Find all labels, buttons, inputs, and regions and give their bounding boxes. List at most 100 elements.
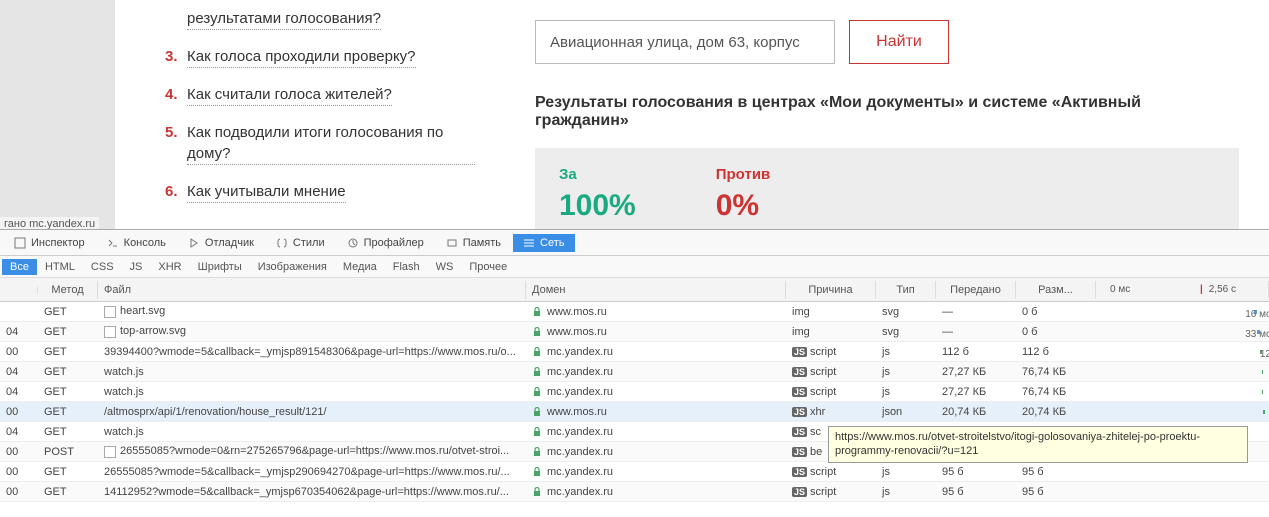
tab-styles[interactable]: Стили bbox=[266, 234, 335, 252]
filter-js[interactable]: JS bbox=[122, 259, 151, 275]
cell-size: 0 б bbox=[1016, 304, 1096, 320]
col-method[interactable]: Метод bbox=[38, 281, 98, 299]
tab-memory[interactable]: Память bbox=[436, 234, 511, 252]
page-gutter bbox=[0, 0, 115, 229]
tab-console[interactable]: Консоль bbox=[97, 234, 176, 252]
cell-size: 0 б bbox=[1016, 324, 1096, 340]
col-transferred[interactable]: Передано bbox=[936, 281, 1016, 299]
cell-transferred: 27,27 КБ bbox=[936, 384, 1016, 400]
network-request-row[interactable]: 00GET39394400?wmode=5&callback=_ymjsp891… bbox=[0, 342, 1269, 362]
tab-profiler[interactable]: Профайлер bbox=[337, 234, 434, 252]
cell-method: GET bbox=[38, 404, 98, 420]
faq-question-text[interactable]: Как считали голоса жителей? bbox=[187, 84, 392, 106]
col-cause[interactable]: Причина bbox=[786, 281, 876, 299]
faq-item[interactable]: 5.Как подводили итоги голосования по дом… bbox=[165, 114, 475, 173]
faq-question-text[interactable]: Как подводили итоги голосования по дому? bbox=[187, 122, 475, 165]
profiler-icon bbox=[347, 237, 359, 249]
faq-number: 5. bbox=[165, 122, 187, 165]
filter-все[interactable]: Все bbox=[2, 259, 37, 275]
filter-прочее[interactable]: Прочее bbox=[461, 259, 515, 275]
file-icon bbox=[104, 306, 116, 318]
col-domain[interactable]: Домен bbox=[526, 281, 786, 299]
against-label: Против bbox=[716, 166, 771, 183]
address-search-input[interactable] bbox=[535, 20, 835, 64]
lock-icon bbox=[532, 427, 542, 437]
cell-type: svg bbox=[876, 304, 936, 320]
col-status[interactable] bbox=[0, 287, 38, 293]
cell-method: POST bbox=[38, 444, 98, 460]
network-request-row[interactable]: 00GET26555085?wmode=5&callback=_ymjsp290… bbox=[0, 462, 1269, 482]
cell-status: 00 bbox=[0, 464, 38, 480]
against-value: 0% bbox=[716, 189, 771, 223]
network-request-row[interactable]: 04GETwatch.jsmc.yandex.ruJSscriptjs27,27… bbox=[0, 362, 1269, 382]
filter-html[interactable]: HTML bbox=[37, 259, 83, 275]
cell-file: /altmosprx/api/1/renovation/house_result… bbox=[98, 404, 526, 420]
col-type[interactable]: Тип bbox=[876, 281, 936, 299]
memory-icon bbox=[446, 237, 458, 249]
network-request-row[interactable]: GETheart.svgwww.mos.ruimgsvg—0 б16 мс bbox=[0, 302, 1269, 322]
cell-domain: mc.yandex.ru bbox=[526, 484, 786, 500]
cell-type: svg bbox=[876, 324, 936, 340]
faq-item[interactable]: 3.Как голоса проходили проверку? bbox=[165, 38, 475, 76]
cell-domain: www.mos.ru bbox=[526, 304, 786, 320]
cell-status: 00 bbox=[0, 444, 38, 460]
filter-flash[interactable]: Flash bbox=[385, 259, 428, 275]
col-file[interactable]: Файл bbox=[98, 281, 526, 299]
faq-number: 4. bbox=[165, 84, 187, 106]
lock-icon bbox=[532, 487, 542, 497]
cell-status: 00 bbox=[0, 344, 38, 360]
cell-domain: mc.yandex.ru bbox=[526, 424, 786, 440]
network-request-row[interactable]: 04GETwatch.jsmc.yandex.ruJSscriptjs27,27… bbox=[0, 382, 1269, 402]
cell-type: js bbox=[876, 344, 936, 360]
faq-question-text[interactable]: Как учитывали мнение bbox=[187, 181, 346, 203]
network-filter-row: ВсеHTMLCSSJSXHRШрифтыИзображенияМедиаFla… bbox=[0, 256, 1269, 278]
lock-icon bbox=[532, 387, 542, 397]
tab-debugger[interactable]: Отладчик bbox=[178, 234, 264, 252]
tab-network[interactable]: Сеть bbox=[513, 234, 574, 252]
cell-cause: img bbox=[786, 324, 876, 340]
url-tooltip: https://www.mos.ru/otvet-stroitelstvo/it… bbox=[828, 426, 1248, 463]
filter-шрифты[interactable]: Шрифты bbox=[190, 259, 250, 275]
cell-waterfall: 16 мс bbox=[1096, 307, 1269, 317]
cell-status: 00 bbox=[0, 484, 38, 500]
col-waterfall[interactable]: 0 мс | 2,56 с bbox=[1096, 281, 1269, 298]
tab-inspector[interactable]: Инспектор bbox=[4, 234, 95, 252]
cell-file: heart.svg bbox=[98, 303, 526, 319]
network-request-row[interactable]: 00GET14112952?wmode=5&callback=_ymjsp670… bbox=[0, 482, 1269, 502]
faq-question-text[interactable]: Как голоса проходили проверку? bbox=[187, 46, 416, 68]
network-request-row[interactable]: 04GETtop-arrow.svgwww.mos.ruimgsvg—0 б33… bbox=[0, 322, 1269, 342]
cell-file: watch.js bbox=[98, 424, 526, 440]
cell-cause: JSscript bbox=[786, 344, 876, 360]
cell-transferred: — bbox=[936, 304, 1016, 320]
inspector-icon bbox=[14, 237, 26, 249]
js-badge: JS bbox=[792, 447, 807, 457]
filter-изображения[interactable]: Изображения bbox=[250, 259, 335, 275]
find-button[interactable]: Найти bbox=[849, 20, 949, 64]
faq-item[interactable]: результатами голосования? bbox=[165, 0, 475, 38]
faq-item[interactable]: 4.Как считали голоса жителей? bbox=[165, 76, 475, 114]
js-badge: JS bbox=[792, 347, 807, 357]
cell-cause: JSscript bbox=[786, 384, 876, 400]
cell-size: 20,74 КБ bbox=[1016, 404, 1096, 420]
lock-icon bbox=[532, 407, 542, 417]
cell-file: 26555085?wmode=5&callback=_ymjsp29069427… bbox=[98, 464, 526, 480]
filter-ws[interactable]: WS bbox=[428, 259, 462, 275]
network-request-row[interactable]: 00GET/altmosprx/api/1/renovation/house_r… bbox=[0, 402, 1269, 422]
cell-cause: JSscript bbox=[786, 484, 876, 500]
js-badge: JS bbox=[792, 407, 807, 417]
js-badge: JS bbox=[792, 367, 807, 377]
filter-медиа[interactable]: Медиа bbox=[335, 259, 385, 275]
lock-icon bbox=[532, 327, 542, 337]
faq-column: результатами голосования? 3.Как голоса пр… bbox=[115, 0, 495, 229]
cell-transferred: 20,74 КБ bbox=[936, 404, 1016, 420]
cell-file: 39394400?wmode=5&callback=_ymjsp89154830… bbox=[98, 344, 526, 360]
cell-file: 26555085?wmode=0&rn=275265796&page-url=h… bbox=[98, 443, 526, 459]
faq-question-text[interactable]: результатами голосования? bbox=[187, 8, 381, 30]
col-size[interactable]: Разм... bbox=[1016, 281, 1096, 299]
faq-item[interactable]: 6.Как учитывали мнение bbox=[165, 173, 475, 211]
cell-waterfall: 33 мс bbox=[1096, 327, 1269, 337]
cell-domain: mc.yandex.ru bbox=[526, 344, 786, 360]
filter-xhr[interactable]: XHR bbox=[150, 259, 189, 275]
filter-css[interactable]: CSS bbox=[83, 259, 122, 275]
cell-size: 76,74 КБ bbox=[1016, 384, 1096, 400]
